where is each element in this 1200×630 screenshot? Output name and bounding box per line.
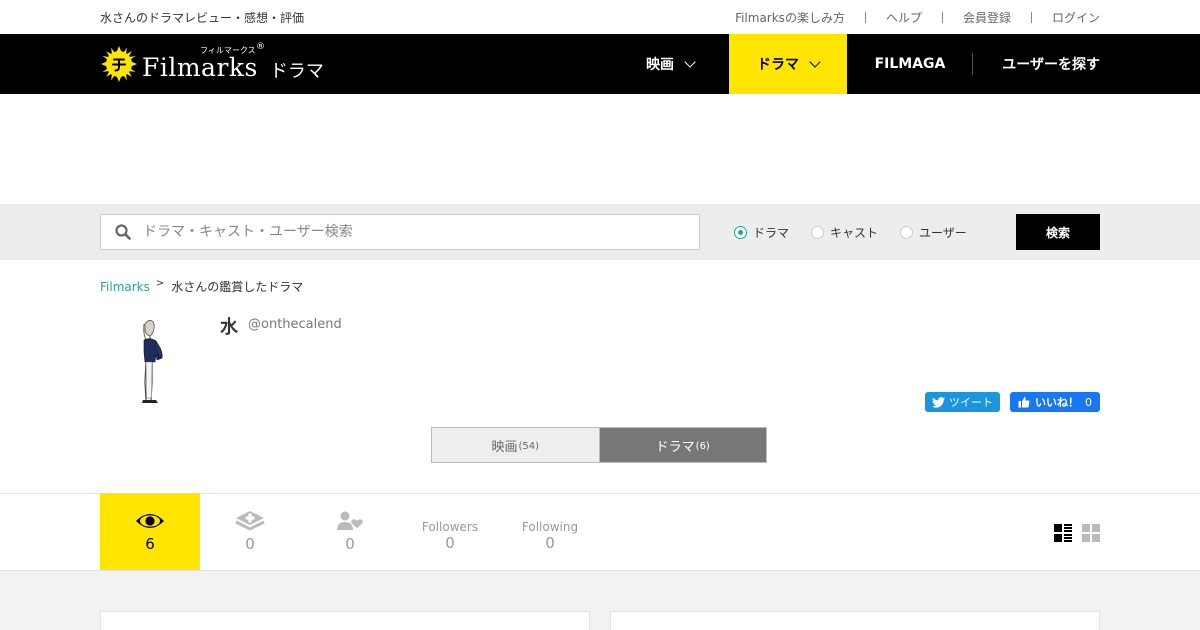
grid-view-icon[interactable] <box>1082 524 1100 542</box>
registered-mark: ® <box>256 41 265 52</box>
help-link[interactable]: ヘルプ <box>886 9 922 26</box>
nav-filmaga[interactable]: FILMAGA <box>847 34 973 94</box>
list-view-icon[interactable] <box>1054 524 1072 542</box>
top-bar: 水さんのドラマレビュー・感想・評価 Filmarksの楽しみ方 ヘルプ 会員登録… <box>0 0 1200 34</box>
tab-movie-count: (54) <box>518 440 540 452</box>
signup-link[interactable]: 会員登録 <box>963 9 1011 26</box>
user-handle: @onthecalend <box>248 317 342 332</box>
tab-drama-count: (6) <box>695 440 710 452</box>
search-input[interactable] <box>143 221 683 243</box>
radio-cast-label: キャスト <box>830 226 879 240</box>
stat-want-count: 0 <box>245 535 255 553</box>
section-label: ドラマ <box>269 61 324 82</box>
radio-cast[interactable]: キャスト <box>811 224 878 241</box>
divider <box>864 12 866 23</box>
radio-button-icon <box>811 226 825 239</box>
radio-drama[interactable]: ドラマ <box>734 224 789 241</box>
following-label: Following <box>521 520 579 534</box>
stat-followers[interactable]: Followers 0 <box>400 493 500 570</box>
search-bar: ドラマ キャスト ユーザー 検索 <box>0 204 1200 260</box>
stat-want-to-watch[interactable]: 0 <box>200 493 300 570</box>
radio-user[interactable]: ユーザー <box>900 224 967 241</box>
drama-card[interactable] <box>100 611 590 630</box>
nav-drama-label: ドラマ <box>757 57 799 73</box>
breadcrumb: Filmarks > 水さんの鑑賞したドラマ <box>100 278 303 295</box>
site-title: 水さんのドラマレビュー・感想・評価 <box>100 11 305 25</box>
breadcrumb-home-link[interactable]: Filmarks <box>100 280 150 294</box>
breadcrumb-arrow: > <box>155 278 165 289</box>
logo-kana: フィルマークス <box>200 45 256 55</box>
stat-fans[interactable]: 0 <box>300 493 400 570</box>
user-heart-icon <box>337 510 363 532</box>
radio-button-icon <box>734 226 747 239</box>
how-to-enjoy-link[interactable]: Filmarksの楽しみ方 <box>735 9 845 26</box>
stats-row: 6 0 0 Followers 0 Following 0 <box>0 493 1200 571</box>
clip-add-icon <box>235 510 265 532</box>
search-icon <box>115 224 131 240</box>
thumbs-up-icon <box>1018 396 1030 408</box>
stat-watched-count: 6 <box>145 535 155 553</box>
filmarks-logo[interactable]: Filmarks フィルマークス ® ドラマ <box>100 42 324 83</box>
nav-drama[interactable]: ドラマ <box>729 34 847 94</box>
twitter-bird-icon <box>932 396 945 408</box>
tab-drama[interactable]: ドラマ (6) <box>598 428 766 462</box>
main-nav: 映画 ドラマ FILMAGA ユーザーを探す <box>611 34 1100 94</box>
radio-button-icon <box>900 226 914 239</box>
stat-following[interactable]: Following 0 <box>500 493 600 570</box>
sun-logo-icon <box>100 45 138 83</box>
eye-icon <box>135 510 165 532</box>
nav-find-users-label: ユーザーを探す <box>1002 57 1100 73</box>
tweet-label: ツイート <box>949 396 993 409</box>
ad-space <box>0 94 1200 204</box>
chevron-down-icon <box>809 55 821 68</box>
breadcrumb-current: 水さんの鑑賞したドラマ <box>171 280 304 294</box>
login-link[interactable]: ログイン <box>1052 9 1100 26</box>
nav-movie-label: 映画 <box>646 57 674 73</box>
drama-card[interactable] <box>610 611 1100 630</box>
divider <box>941 12 943 23</box>
logo-name: Filmarks <box>142 52 258 82</box>
content-area <box>0 571 1200 630</box>
like-label: いいね！ <box>1035 396 1079 409</box>
following-count: 0 <box>545 534 555 552</box>
like-count: 0 <box>1085 395 1092 409</box>
divider <box>1030 12 1032 23</box>
media-type-tabs: 映画 (54) ドラマ (6) <box>431 427 767 463</box>
user-display-name: 水 <box>220 317 238 338</box>
followers-count: 0 <box>445 534 455 552</box>
tab-drama-label: ドラマ <box>655 439 695 455</box>
tab-movie-label: 映画 <box>491 439 518 455</box>
stat-watched[interactable]: 6 <box>100 493 200 570</box>
facebook-like-button[interactable]: いいね！ 0 <box>1010 392 1100 412</box>
tab-movie[interactable]: 映画 (54) <box>432 428 599 462</box>
nav-movie[interactable]: 映画 <box>611 34 729 94</box>
search-box[interactable] <box>100 214 700 250</box>
nav-filmaga-label: FILMAGA <box>874 56 946 72</box>
chevron-down-icon <box>684 55 696 68</box>
followers-label: Followers <box>421 520 479 534</box>
top-links: Filmarksの楽しみ方 ヘルプ 会員登録 ログイン <box>735 9 1100 26</box>
radio-drama-label: ドラマ <box>753 226 790 240</box>
search-scope-options: ドラマ キャスト ユーザー <box>734 224 989 241</box>
radio-user-label: ユーザー <box>919 226 967 240</box>
logo-wordmark: Filmarks フィルマークス ® <box>142 42 265 82</box>
tweet-button[interactable]: ツイート <box>925 392 1000 412</box>
avatar[interactable] <box>100 310 200 410</box>
search-button[interactable]: 検索 <box>1016 214 1100 250</box>
main-header: Filmarks フィルマークス ® ドラマ 映画 ドラマ FILMAGA ユー… <box>0 34 1200 94</box>
stat-fans-count: 0 <box>345 535 355 553</box>
nav-find-users[interactable]: ユーザーを探す <box>973 34 1100 94</box>
